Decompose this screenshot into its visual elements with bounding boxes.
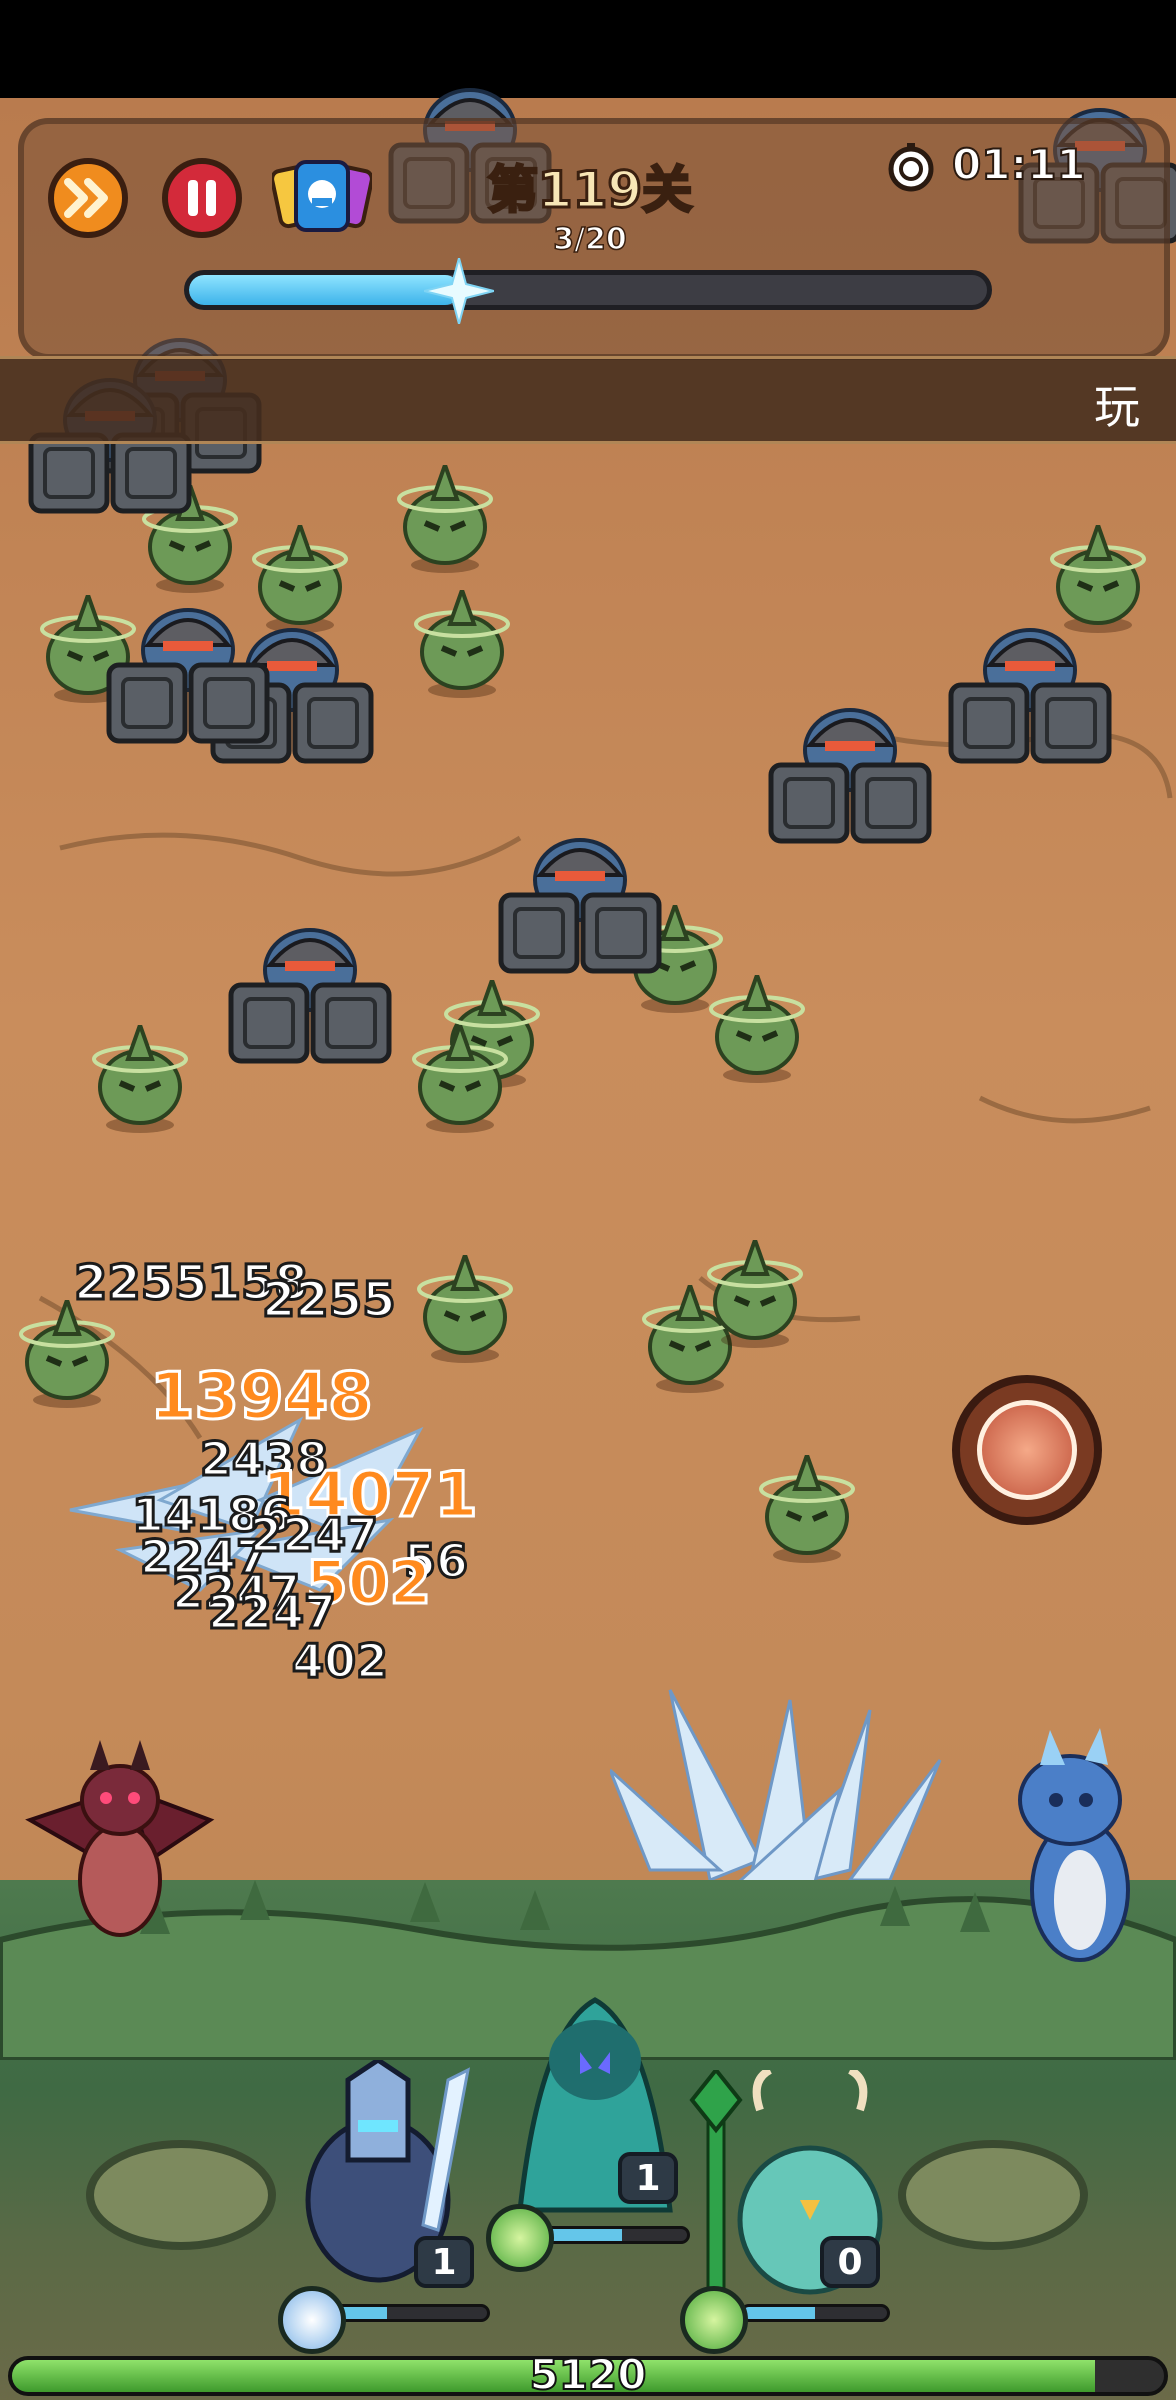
- shield-knight-enemy: [498, 838, 662, 974]
- pause-icon: [188, 180, 216, 216]
- hero-level-badge: 0: [820, 2236, 880, 2288]
- goblin-enemy: [759, 1455, 855, 1563]
- hero-level-badge: 1: [414, 2236, 474, 2288]
- goblin-enemy: [412, 1025, 508, 1133]
- stopwatch-icon: [886, 142, 936, 192]
- goblin-enemy: [707, 1240, 803, 1348]
- hero-level-badge: 1: [618, 2152, 678, 2204]
- shield-knight-enemy: [768, 708, 932, 844]
- goblin-enemy: [414, 590, 510, 698]
- hero-mana-bar: [740, 2304, 890, 2322]
- notice-banner: 玩: [0, 356, 1176, 444]
- wave-progress-fill: [189, 275, 461, 305]
- hero-mana-bar: [330, 2304, 490, 2322]
- dark-dragon-ally: [25, 1740, 215, 1937]
- shield-shatter-icon: [977, 1400, 1077, 1500]
- goblin-enemy: [92, 1025, 188, 1133]
- pause-button[interactable]: [162, 158, 242, 238]
- fast-forward-button[interactable]: [48, 158, 128, 238]
- damage-number: 2255: [261, 1271, 398, 1330]
- ice-dragon-ally: [1018, 1728, 1130, 1962]
- wind-swirl-icon: [486, 2204, 554, 2272]
- hero-card-button[interactable]: [270, 158, 374, 238]
- shield-knight-enemy: [106, 608, 270, 744]
- wave-progress-bar: [184, 270, 992, 310]
- wind-swirl-icon: [680, 2286, 748, 2354]
- shield-knight-enemy: [228, 928, 392, 1064]
- stage-title: 第119关: [486, 160, 693, 221]
- base-hp-value: 5120: [529, 2349, 648, 2400]
- goblin-enemy: [417, 1255, 513, 1363]
- hero-mana-bar: [540, 2226, 690, 2244]
- ice-crystal-icon: [278, 2286, 346, 2354]
- damage-number: 2247: [206, 1584, 337, 1641]
- double-chevron-right-icon: [64, 178, 108, 218]
- skill-button[interactable]: [952, 1375, 1102, 1525]
- progress-spark-icon: [423, 258, 494, 324]
- hero-card-icon: [270, 160, 374, 232]
- hero-pedestal: [898, 2140, 1088, 2250]
- goblin-enemy: [709, 975, 805, 1083]
- wave-progress-text: 3/20: [552, 221, 627, 258]
- shield-knight-enemy: [948, 628, 1112, 764]
- goblin-enemy: [397, 465, 493, 573]
- damage-number-crit: 13948: [149, 1359, 375, 1436]
- timer: 01:11: [951, 139, 1087, 190]
- damage-number: 402: [290, 1633, 389, 1690]
- hero-pedestal: [86, 2140, 276, 2250]
- game-screen: 2255158 2255 13948 2438 14071 14186 2247…: [0, 0, 1176, 2400]
- banner-text: 玩: [1094, 380, 1140, 434]
